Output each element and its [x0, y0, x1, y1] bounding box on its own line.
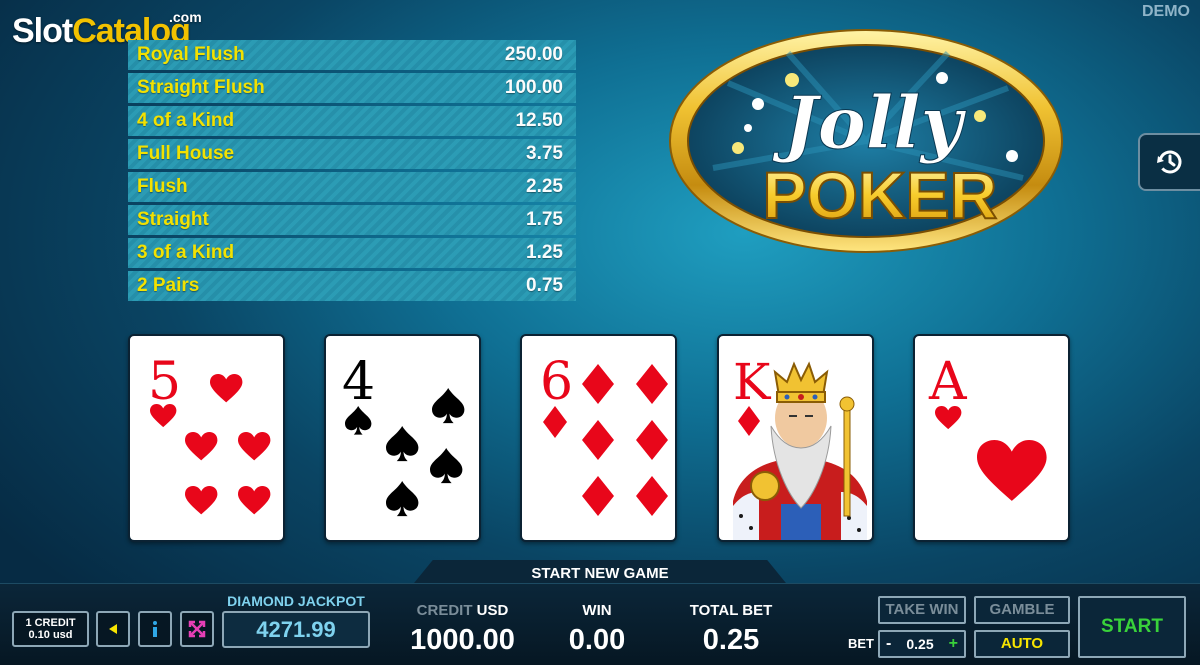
watermark-suffix: .com: [169, 9, 202, 25]
paytable-payout: 2.25: [526, 176, 563, 197]
jolly-poker-logo: Jolly POKER: [669, 29, 1063, 253]
jackpot-label: DIAMOND JACKPOT: [227, 593, 365, 609]
paytable-row: Straight Flush 100.00: [128, 73, 576, 103]
jackpot-value: 4271.99: [222, 611, 370, 648]
paytable-row: 3 of a Kind 1.25: [128, 238, 576, 268]
card-5-face: A: [928, 352, 1047, 501]
card-5[interactable]: A: [913, 334, 1070, 542]
paytable-payout: 250.00: [504, 44, 563, 65]
card-pip-heart-icon: [185, 486, 218, 515]
card-pip-diamond-icon: [636, 476, 668, 516]
win-label: WIN: [582, 602, 612, 619]
status-message: START NEW GAME: [531, 565, 669, 582]
card-rank: A: [928, 352, 968, 412]
card-rank: 4: [342, 352, 375, 412]
bet-increase-button[interactable]: +: [949, 635, 958, 653]
start-button[interactable]: START: [1078, 596, 1186, 658]
paytable-hand: 2 Pairs: [137, 275, 200, 296]
info-button[interactable]: [138, 611, 172, 647]
card-pip-heart-icon: [210, 374, 243, 403]
info-icon: [153, 621, 157, 637]
credit-denomination-line2: 0.10 usd: [28, 629, 73, 641]
fullscreen-icon: [188, 620, 206, 638]
card-pip-heart-icon: [185, 432, 218, 461]
fullscreen-button[interactable]: [180, 611, 214, 647]
card-pip-diamond-icon: [582, 476, 614, 516]
credit-label-text: CREDIT: [416, 602, 473, 619]
paytable-row: Flush 2.25: [128, 172, 576, 202]
watermark-part1: Slot: [12, 12, 73, 50]
card-rank: K: [733, 353, 772, 411]
paytable-hand: Royal Flush: [137, 44, 245, 65]
card-2-face: 4: [342, 352, 465, 517]
history-button[interactable]: [1138, 133, 1200, 191]
card-rank: 6: [540, 352, 573, 412]
paytable-hand: 3 of a Kind: [137, 242, 235, 263]
paytable-hand: Straight Flush: [137, 77, 265, 98]
bet-label: BET: [848, 636, 874, 651]
win-value: 0.00: [568, 624, 626, 656]
paytable-hand: Straight: [137, 209, 209, 230]
take-win-button[interactable]: TAKE WIN: [878, 596, 966, 624]
demo-label: DEMO: [1142, 3, 1190, 20]
card-pip-spade-icon: [430, 448, 463, 484]
paytable-row: Full House 3.75: [128, 139, 576, 169]
card-3-face: 6: [540, 352, 668, 516]
paytable-payout: 1.25: [526, 242, 563, 263]
credit-denomination-button[interactable]: 1 CREDIT 0.10 usd: [12, 611, 89, 647]
paytable: Royal Flush 250.00 Straight Flush 100.00…: [128, 40, 576, 304]
card-pip-diamond-icon: [582, 364, 614, 404]
card-pip-spade-icon: [386, 481, 419, 517]
logo-jolly-text: Jolly: [772, 80, 967, 165]
bet-decrease-button[interactable]: -: [886, 635, 891, 653]
history-icon: [1157, 150, 1182, 174]
paytable-hand: Flush: [137, 176, 188, 197]
card-pip-spade-icon: [432, 388, 465, 424]
auto-play-button[interactable]: AUTO: [974, 630, 1070, 658]
logo-poker-text: POKER: [763, 158, 998, 232]
bet-stepper: - 0.25 +: [878, 630, 966, 658]
card-pip-diamond-icon: [582, 420, 614, 460]
paytable-payout: 12.50: [515, 110, 563, 131]
card-1-face: 5: [148, 352, 271, 515]
speaker-icon: [109, 624, 117, 634]
card-pip-spade-icon: [386, 426, 419, 462]
paytable-row: 2 Pairs 0.75: [128, 271, 576, 301]
bet-value: 0.25: [906, 636, 934, 652]
card-2[interactable]: 4: [324, 334, 481, 542]
game-stage: SlotCatalog .com DEMO Royal Flush 250.00…: [0, 0, 1200, 665]
card-3[interactable]: 6: [520, 334, 677, 542]
sound-button[interactable]: [96, 611, 130, 647]
gamble-button[interactable]: GAMBLE: [974, 596, 1070, 624]
card-pip-heart-icon: [238, 486, 271, 515]
credit-value: 1000.00: [410, 624, 515, 656]
paytable-row: Royal Flush 250.00: [128, 40, 576, 70]
credit-label: CREDIT USD: [410, 602, 515, 619]
credit-currency: USD: [476, 602, 509, 619]
paytable-payout: 100.00: [504, 77, 563, 98]
total-bet-value: 0.25: [702, 624, 760, 656]
card-ace-heart-icon: [977, 440, 1047, 501]
card-pip-heart-icon: [238, 432, 271, 461]
card-4-face: K: [733, 353, 867, 540]
paytable-row: 4 of a Kind 12.50: [128, 106, 576, 136]
card-rank: 5: [148, 352, 181, 412]
paytable-hand: 4 of a Kind: [137, 110, 235, 131]
paytable-payout: 3.75: [526, 143, 563, 164]
paytable-hand: Full House: [137, 143, 235, 164]
card-4[interactable]: K: [717, 334, 874, 542]
card-pip-diamond-icon: [636, 364, 668, 404]
card-1[interactable]: 5: [128, 334, 285, 542]
paytable-payout: 0.75: [526, 275, 563, 296]
paytable-row: Straight 1.75: [128, 205, 576, 235]
paytable-payout: 1.75: [526, 209, 563, 230]
credit-denomination-line1: 1 CREDIT: [25, 617, 76, 629]
total-bet-label: TOTAL BET: [689, 602, 773, 619]
card-pip-diamond-icon: [636, 420, 668, 460]
